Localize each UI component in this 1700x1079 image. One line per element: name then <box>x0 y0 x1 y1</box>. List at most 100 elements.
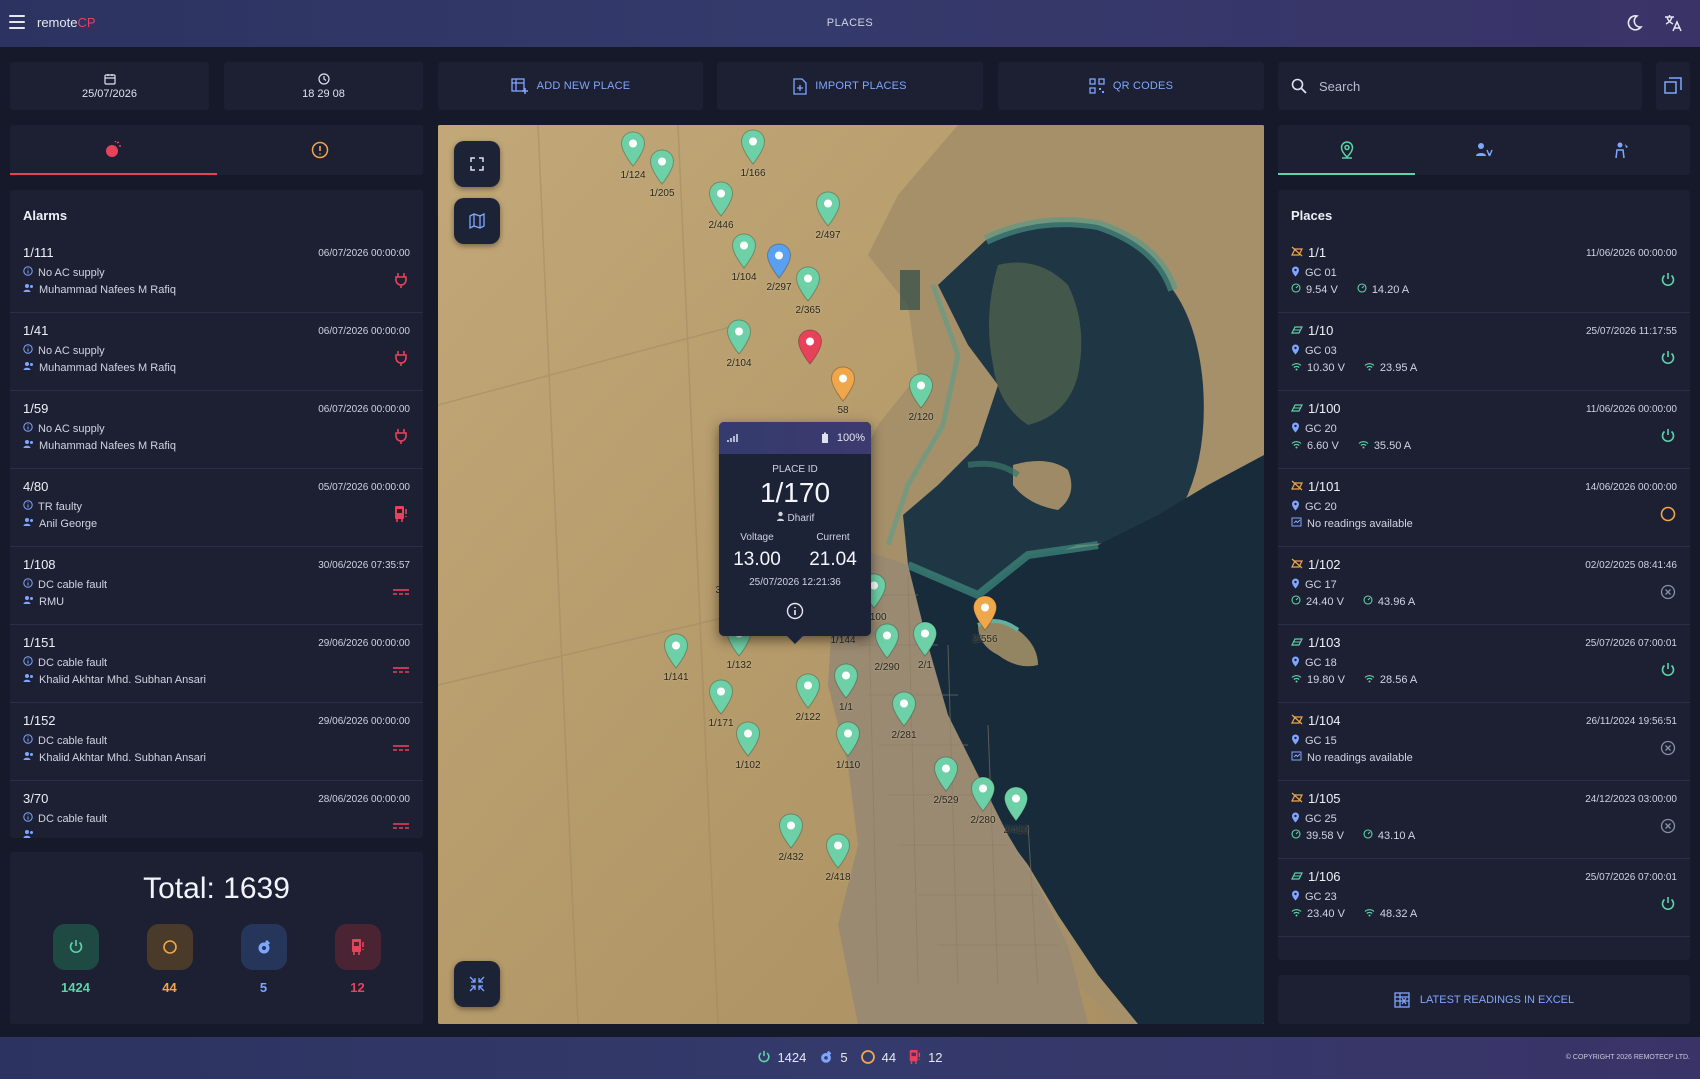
map-marker[interactable] <box>726 319 752 355</box>
latest-readings-excel-button[interactable]: LATEST READINGS IN EXCEL <box>1278 975 1690 1024</box>
map-marker[interactable] <box>708 181 734 217</box>
solar-on-icon <box>1291 323 1303 338</box>
map-marker[interactable] <box>874 623 900 659</box>
collapse-map-button[interactable] <box>454 961 500 1007</box>
map-marker[interactable] <box>912 621 938 657</box>
map-marker[interactable] <box>620 131 646 167</box>
stat-warn[interactable]: 44 <box>146 924 193 995</box>
map-marker[interactable] <box>778 813 804 849</box>
place-item[interactable]: 1/103 25/07/2026 07:00:01 GC 18 19.80 V 2… <box>1278 625 1690 703</box>
location-marker-icon <box>778 813 804 849</box>
alarm-item[interactable]: 4/80 05/07/2026 00:00:00 TR faulty Anil … <box>10 469 423 547</box>
map-marker[interactable] <box>825 833 851 869</box>
place-item[interactable]: 1/106 25/07/2026 07:00:01 GC 23 23.40 V 4… <box>1278 859 1690 937</box>
map-marker[interactable] <box>972 595 998 631</box>
place-item[interactable]: 1/10 25/07/2026 11:17:55 GC 03 10.30 V 23… <box>1278 313 1690 391</box>
alarm-item[interactable]: 1/59 06/07/2026 00:00:00 No AC supply Mu… <box>10 391 423 469</box>
place-date: 25/07/2026 07:00:01 <box>1585 872 1677 883</box>
map-marker-label: 1/141 <box>663 672 689 683</box>
circle-icon[interactable] <box>1659 505 1677 523</box>
import-places-button[interactable]: IMPORT PLACES <box>717 62 983 110</box>
alarm-item[interactable]: 1/108 30/06/2026 07:35:57 DC cable fault… <box>10 547 423 625</box>
map-marker[interactable] <box>833 663 859 699</box>
power-icon[interactable] <box>1659 895 1677 913</box>
footer-maintenance[interactable]: 5 <box>818 1049 848 1065</box>
dc-icon <box>392 739 410 757</box>
map-marker[interactable] <box>835 721 861 757</box>
power-icon[interactable] <box>1659 661 1677 679</box>
place-item[interactable]: 1/100 11/06/2026 00:00:00 GC 20 6.60 V 35… <box>1278 391 1690 469</box>
map-marker[interactable] <box>663 633 689 669</box>
hamburger-menu-icon[interactable] <box>9 15 25 29</box>
place-popup[interactable]: 100% PLACE ID 1/170 Dharif Voltage 13.00… <box>719 422 871 636</box>
map-marker[interactable] <box>731 233 757 269</box>
popup-info-button[interactable] <box>719 602 871 620</box>
alarm-item[interactable]: 1/111 06/07/2026 00:00:00 No AC supply M… <box>10 235 423 313</box>
map-marker[interactable] <box>740 129 766 165</box>
map-marker[interactable] <box>970 776 996 812</box>
time-display[interactable]: 18 29 08 <box>224 62 423 110</box>
place-item[interactable]: 1/101 14/06/2026 00:00:00 GC 20 No readi… <box>1278 469 1690 547</box>
stat-maintenance[interactable]: 5 <box>240 924 287 995</box>
map-marker[interactable] <box>649 149 675 185</box>
map-marker[interactable] <box>795 673 821 709</box>
tab-technicians[interactable] <box>1553 125 1690 175</box>
x-circle-icon[interactable] <box>1659 739 1677 757</box>
place-item[interactable]: 1/105 24/12/2023 03:00:00 GC 25 39.58 V 4… <box>1278 781 1690 859</box>
add-new-place-button[interactable]: ADD NEW PLACE <box>438 62 703 110</box>
power-icon[interactable] <box>1659 349 1677 367</box>
alarm-item[interactable]: 1/151 29/06/2026 00:00:00 DC cable fault… <box>10 625 423 703</box>
footer-warn[interactable]: 44 <box>860 1049 896 1065</box>
footer-alarm[interactable]: 12 <box>908 1049 943 1065</box>
alarm-item[interactable]: 3/70 28/06/2026 00:00:00 DC cable fault <box>10 781 423 838</box>
x-circle-icon[interactable] <box>1659 817 1677 835</box>
tab-active-alarms[interactable] <box>10 125 217 175</box>
map-marker[interactable] <box>1003 786 1029 822</box>
plug-icon <box>392 349 410 367</box>
search-input[interactable] <box>1319 78 1619 94</box>
current-value: 35.50 A <box>1373 439 1412 452</box>
map-marker[interactable] <box>830 366 856 402</box>
footer-ok[interactable]: 1424 <box>757 1050 806 1065</box>
map-marker[interactable] <box>795 266 821 302</box>
qr-codes-button[interactable]: QR CODES <box>998 62 1264 110</box>
map-marker[interactable] <box>708 679 734 715</box>
map-marker[interactable] <box>735 721 761 757</box>
place-item[interactable]: 1/102 02/02/2025 08:41:46 GC 17 24.40 V 4… <box>1278 547 1690 625</box>
map-marker[interactable] <box>933 756 959 792</box>
stat-ok[interactable]: 1424 <box>52 924 99 995</box>
x-circle-icon[interactable] <box>1659 583 1677 601</box>
users-icon <box>23 673 34 686</box>
place-item[interactable]: 1/1 11/06/2026 00:00:00 GC 01 9.54 V 14.2… <box>1278 235 1690 313</box>
fullscreen-button[interactable] <box>454 141 500 187</box>
power-icon[interactable] <box>1659 427 1677 445</box>
alarm-person-name: Muhammad Nafees M Rafiq <box>39 439 176 452</box>
alarm-item[interactable]: 1/152 29/06/2026 00:00:00 DC cable fault… <box>10 703 423 781</box>
fullscreen-icon <box>470 157 484 171</box>
map-marker[interactable] <box>766 243 792 279</box>
place-item[interactable]: 1/104 26/11/2024 19:56:51 GC 15 No readi… <box>1278 703 1690 781</box>
translate-icon[interactable] <box>1663 13 1683 33</box>
map-marker[interactable] <box>815 191 841 227</box>
window-toggle-button[interactable] <box>1656 62 1690 110</box>
map-layer-button[interactable] <box>454 198 500 244</box>
gauge-icon <box>1291 595 1301 608</box>
map-marker[interactable] <box>891 691 917 727</box>
map-marker[interactable] <box>908 373 934 409</box>
alarm-item[interactable]: 1/41 06/07/2026 00:00:00 No AC supply Mu… <box>10 313 423 391</box>
map-marker[interactable] <box>797 329 823 365</box>
place-readings: 24.40 V 43.96 A <box>1291 593 1677 610</box>
no-readings-text: No readings available <box>1307 517 1413 530</box>
place-id: 1/104 <box>1308 713 1341 728</box>
dark-mode-icon[interactable] <box>1624 13 1644 33</box>
alarm-date: 06/07/2026 00:00:00 <box>318 326 410 337</box>
info-icon <box>23 656 33 669</box>
date-display[interactable]: 25/07/2026 <box>10 62 209 110</box>
stat-alarm[interactable]: 12 <box>334 924 381 995</box>
power-icon[interactable] <box>1659 271 1677 289</box>
current-reading: 14.20 A <box>1357 283 1409 296</box>
tab-warnings[interactable] <box>217 125 424 175</box>
tab-places[interactable] <box>1278 125 1416 175</box>
dc-icon <box>392 583 410 601</box>
tab-users[interactable] <box>1415 125 1552 175</box>
